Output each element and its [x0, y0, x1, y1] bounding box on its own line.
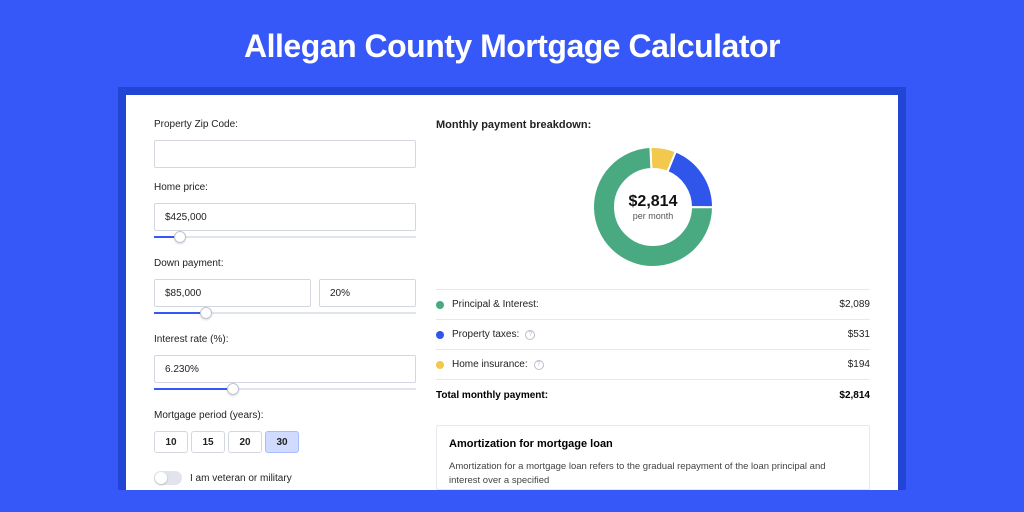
home-price-input[interactable]: $425,000	[154, 203, 416, 231]
donut-center: $2,814 per month	[589, 143, 717, 271]
donut-sub: per month	[633, 211, 674, 221]
slider-knob[interactable]	[174, 231, 186, 243]
page-title: Allegan County Mortgage Calculator	[0, 0, 1024, 87]
legend-dot	[436, 331, 444, 339]
period-group: Mortgage period (years): 10152030	[154, 410, 416, 453]
legend-label: Home insurance:	[452, 359, 528, 370]
legend-row: Property taxes:? $531	[436, 320, 870, 349]
amortization-text: Amortization for a mortgage loan refers …	[449, 460, 857, 489]
calculator-card: Property Zip Code: Home price: $425,000 …	[126, 95, 898, 490]
period-btn-20[interactable]: 20	[228, 431, 262, 453]
period-label: Mortgage period (years):	[154, 410, 416, 421]
down-payment-pct-input[interactable]: 20%	[319, 279, 416, 307]
total-row: Total monthly payment: $2,814	[436, 380, 870, 411]
period-btn-30[interactable]: 30	[265, 431, 299, 453]
down-payment-label: Down payment:	[154, 258, 416, 269]
legend-amount: $531	[848, 329, 870, 340]
form-column: Property Zip Code: Home price: $425,000 …	[154, 119, 416, 490]
info-icon[interactable]: ?	[525, 330, 535, 340]
legend-amount: $2,089	[839, 299, 870, 310]
slider-knob[interactable]	[227, 383, 239, 395]
home-price-group: Home price: $425,000	[154, 182, 416, 244]
veteran-row: I am veteran or military	[154, 471, 416, 485]
donut-chart: $2,814 per month	[436, 143, 870, 271]
legend-row: Principal & Interest: $2,089	[436, 290, 870, 319]
down-payment-slider[interactable]	[154, 306, 416, 320]
period-btn-10[interactable]: 10	[154, 431, 188, 453]
legend: Principal & Interest: $2,089 Property taxe…	[436, 290, 870, 379]
amortization-title: Amortization for mortgage loan	[449, 438, 857, 450]
zip-group: Property Zip Code:	[154, 119, 416, 168]
breakdown-title: Monthly payment breakdown:	[436, 119, 870, 131]
amortization-card: Amortization for mortgage loan Amortizat…	[436, 425, 870, 490]
breakdown-column: Monthly payment breakdown: $2,814 per mo…	[416, 119, 870, 490]
calculator-frame: Property Zip Code: Home price: $425,000 …	[118, 87, 906, 490]
period-buttons: 10152030	[154, 431, 416, 453]
period-btn-15[interactable]: 15	[191, 431, 225, 453]
home-price-label: Home price:	[154, 182, 416, 193]
legend-dot	[436, 361, 444, 369]
legend-label: Principal & Interest:	[452, 299, 539, 310]
info-icon[interactable]: ?	[534, 360, 544, 370]
down-payment-row: $85,000 20%	[154, 279, 416, 307]
donut-total: $2,814	[629, 193, 678, 211]
legend-amount: $194	[848, 359, 870, 370]
interest-group: Interest rate (%): 6.230%	[154, 334, 416, 396]
down-payment-input[interactable]: $85,000	[154, 279, 311, 307]
total-value: $2,814	[839, 390, 870, 401]
veteran-label: I am veteran or military	[190, 473, 292, 484]
toggle-knob	[155, 472, 167, 484]
legend-dot	[436, 301, 444, 309]
total-label: Total monthly payment:	[436, 390, 548, 401]
interest-slider[interactable]	[154, 382, 416, 396]
slider-knob[interactable]	[200, 307, 212, 319]
zip-input[interactable]	[154, 140, 416, 168]
home-price-slider[interactable]	[154, 230, 416, 244]
legend-label: Property taxes:	[452, 329, 519, 340]
interest-label: Interest rate (%):	[154, 334, 416, 345]
zip-label: Property Zip Code:	[154, 119, 416, 130]
veteran-toggle[interactable]	[154, 471, 182, 485]
interest-input[interactable]: 6.230%	[154, 355, 416, 383]
legend-row: Home insurance:? $194	[436, 350, 870, 379]
down-payment-group: Down payment: $85,000 20%	[154, 258, 416, 320]
